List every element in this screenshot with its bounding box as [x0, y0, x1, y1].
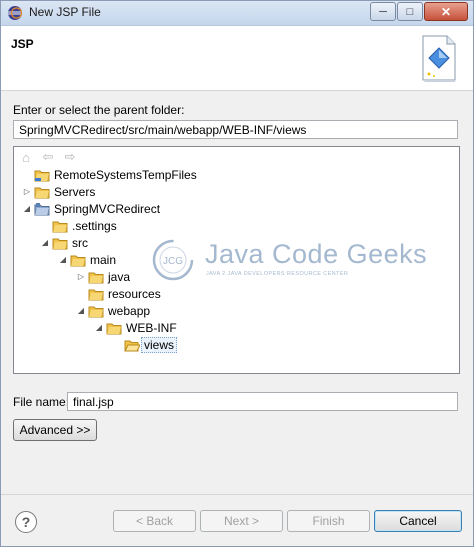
- tree-item-springmvcredirect[interactable]: ◢ SpringMVCRedirect: [22, 200, 160, 217]
- watermark-text: Java Code Geeks: [205, 239, 428, 269]
- tree-item-web-inf[interactable]: ◢ WEB-INF: [94, 319, 177, 336]
- folder-icon: [88, 306, 104, 317]
- file-name-label: File name:: [13, 395, 70, 409]
- home-icon[interactable]: ⌂: [18, 149, 34, 165]
- minimize-button[interactable]: ─: [370, 2, 396, 21]
- expander-icon: [76, 285, 86, 302]
- tree-item-src[interactable]: ◢ src: [40, 234, 88, 251]
- expand-icon[interactable]: ▷: [22, 183, 32, 200]
- jsp-file-wizard-icon: [422, 35, 456, 82]
- collapse-icon[interactable]: ◢: [76, 302, 86, 319]
- tree-item-main[interactable]: ◢ main: [58, 251, 116, 268]
- collapse-icon[interactable]: ◢: [22, 200, 32, 217]
- tree-item-label: src: [72, 235, 88, 250]
- jcg-logo-text: JCG: [163, 256, 183, 267]
- title-bar[interactable]: New JSP File ─ □ ✕: [1, 1, 473, 26]
- folder-icon: [106, 323, 122, 334]
- folder-icon: [88, 289, 104, 300]
- window-controls: ─ □ ✕: [369, 2, 468, 21]
- folder-open-icon: [124, 340, 140, 351]
- file-name-input[interactable]: [67, 392, 458, 411]
- window-title: New JSP File: [29, 5, 101, 19]
- tree-item-label: .settings: [72, 218, 117, 233]
- page-title: JSP: [11, 37, 34, 51]
- tree-item-label: views: [141, 336, 178, 353]
- tree-item-label: resources: [108, 286, 161, 301]
- folder-icon: [52, 221, 68, 232]
- back-button[interactable]: < Back: [113, 510, 196, 532]
- divider: [1, 494, 473, 495]
- folder-icon: [34, 187, 50, 198]
- tree-item-label: SpringMVCRedirect: [54, 201, 161, 216]
- folder-icon: [52, 238, 68, 249]
- tree-toolbar: ⌂ ⇦ ⇨: [18, 149, 78, 165]
- expander-icon: [22, 166, 32, 183]
- new-jsp-file-dialog: New JSP File ─ □ ✕ JSP Enter or select t…: [0, 0, 474, 547]
- tree-item-label: webapp: [108, 303, 151, 318]
- finish-button[interactable]: Finish: [287, 510, 370, 532]
- tree-item-webapp[interactable]: ◢ webapp: [76, 302, 150, 319]
- help-icon[interactable]: ?: [15, 511, 37, 533]
- forward-arrow-icon[interactable]: ⇨: [62, 149, 78, 165]
- collapse-icon[interactable]: ◢: [58, 251, 68, 268]
- tree-item-views[interactable]: views: [112, 336, 178, 353]
- wizard-banner: JSP: [1, 26, 473, 91]
- folder-icon: [34, 170, 50, 181]
- project-icon: [34, 202, 50, 215]
- advanced-button[interactable]: Advanced >>: [13, 419, 97, 441]
- collapse-icon[interactable]: ◢: [40, 234, 50, 251]
- tree-item-label: RemoteSystemsTempFiles: [54, 167, 197, 182]
- close-icon: ✕: [440, 4, 452, 19]
- watermark-subtitle: JAVA 2 JAVA DEVELOPERS RESOURCE CENTER: [206, 271, 349, 277]
- tree-item-label: java: [108, 269, 131, 284]
- tree-item-remotesystemstempfiles[interactable]: RemoteSystemsTempFiles: [22, 166, 197, 183]
- cancel-button[interactable]: Cancel: [374, 510, 462, 532]
- tree-item-java[interactable]: ▷ java: [76, 268, 130, 285]
- tree-item-settings[interactable]: .settings: [40, 217, 117, 234]
- expander-icon: [40, 217, 50, 234]
- maximize-icon: □: [406, 5, 414, 18]
- tree-item-label: WEB-INF: [126, 320, 177, 335]
- tree-item-resources[interactable]: resources: [76, 285, 161, 302]
- close-button[interactable]: ✕: [424, 2, 468, 21]
- eclipse-app-icon: [8, 6, 23, 20]
- minimize-icon: ─: [379, 5, 387, 18]
- expand-icon[interactable]: ▷: [76, 268, 86, 285]
- expander-icon: [112, 336, 122, 353]
- next-button[interactable]: Next >: [200, 510, 283, 532]
- collapse-icon[interactable]: ◢: [94, 319, 104, 336]
- folder-icon: [88, 272, 104, 283]
- parent-folder-input[interactable]: [13, 120, 458, 139]
- folder-icon: [70, 255, 86, 266]
- maximize-button[interactable]: □: [397, 2, 423, 21]
- tree-item-label: main: [90, 252, 117, 267]
- jcg-logo: JCG: [152, 239, 194, 281]
- tree-item-servers[interactable]: ▷ Servers: [22, 183, 95, 200]
- parent-folder-label: Enter or select the parent folder:: [13, 103, 185, 117]
- back-arrow-icon[interactable]: ⇦: [40, 149, 56, 165]
- folder-tree[interactable]: ⌂ ⇦ ⇨ RemoteSystemsTempFiles ▷ Servers ◢…: [13, 146, 460, 374]
- tree-item-label: Servers: [54, 184, 96, 199]
